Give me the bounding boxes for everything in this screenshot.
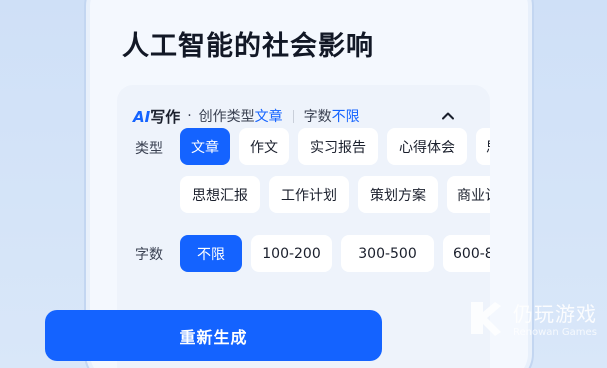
count-value: 不限 [331,109,360,125]
type-chips-row-2: 思想汇报 工作计划 策划方案 商业计 [180,176,490,213]
count-chip[interactable]: 不限 [180,235,242,272]
count-chips-row: 不限 100-200 300-500 600-8 [180,235,490,272]
panel-header[interactable]: AI写作 · 创作类型 文章 字数 不限 [133,104,474,128]
type-chip[interactable]: 文章 [180,128,230,165]
watermark-logo-icon [471,302,501,336]
type-chip[interactable]: 商业计 [447,176,490,213]
type-chip[interactable]: 思想汇报 [180,176,260,213]
type-chips-row-1: 文章 作文 实习报告 心得体会 思 [180,128,490,165]
ai-write-logo: AI写作 [133,106,180,127]
count-label: 字数 [135,247,163,263]
type-chip[interactable]: 实习报告 [298,128,378,165]
type-label: 类型 [135,141,163,157]
brand-write: 写作 [150,107,181,126]
watermark-cn: 仍玩游戏 [513,302,597,326]
watermark-text: 仍玩游戏 Renowan Games [513,298,597,338]
page-title: 人工智能的社会影响 [122,31,374,62]
count-chip[interactable]: 300-500 [341,235,434,272]
mode-prefix: 创作类型 [198,109,255,125]
watermark: 仍玩游戏 Renowan Games [465,298,597,338]
count-chip[interactable]: 100-200 [251,235,332,272]
count-prefix: 字数 [303,109,332,125]
divider [292,109,294,123]
type-chip[interactable]: 策划方案 [358,176,438,213]
count-chip[interactable]: 600-8 [443,235,490,272]
chevron-up-icon[interactable] [440,108,456,124]
type-chip[interactable]: 心得体会 [387,128,467,165]
brand-ai: AI [133,107,151,126]
type-chip[interactable]: 作文 [239,128,289,165]
mode-value: 文章 [254,109,283,125]
watermark-en: Renowan Games [513,327,597,338]
type-chip[interactable]: 工作计划 [269,176,349,213]
regenerate-button[interactable]: 重新生成 [45,310,382,361]
separator-dot: · [187,108,192,124]
type-chip[interactable]: 思 [476,128,490,165]
